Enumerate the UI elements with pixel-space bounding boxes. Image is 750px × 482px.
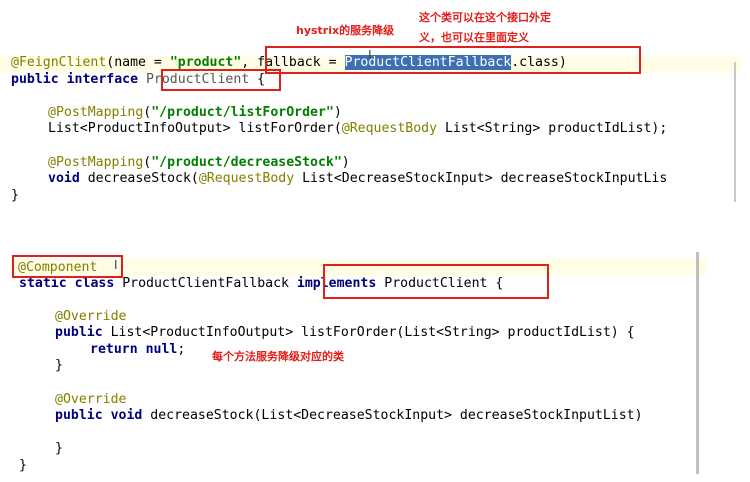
code-line-decrease-stock: void decreaseStock(@RequestBody List<Dec…: [48, 171, 668, 186]
code-line-override-2: @Override: [55, 392, 127, 407]
code-line-decrease-stock-impl: public void decreaseStock(List<DecreaseS…: [55, 408, 643, 423]
code-line-close-method-1: }: [55, 358, 63, 373]
highlight-box-component: [12, 255, 123, 278]
code-line-close-method-2: }: [55, 441, 63, 456]
highlight-box-fallback: [265, 46, 641, 74]
code-line-postmapping-decrease: @PostMapping("/product/decreaseStock"): [48, 155, 350, 170]
highlight-box-productclient: [161, 69, 281, 91]
code-line-list-for-order-impl: public List<ProductInfoOutput> listForOr…: [55, 325, 635, 340]
annotation-define-location-line1: 这个类可以在这个接口外定: [419, 11, 551, 24]
highlight-box-implements: [323, 264, 549, 299]
code-line-closing-brace: }: [11, 188, 19, 203]
annotation-define-location-line2: 义，也可以在里面定义: [419, 31, 529, 44]
text-cursor-icon: I: [368, 48, 372, 62]
editor-scrollbar-bottom[interactable]: [696, 252, 699, 474]
code-line-override-1: @Override: [55, 309, 127, 324]
annotation-per-method-fallback: 每个方法服务降级对应的类: [212, 350, 344, 363]
code-line-list-for-order: List<ProductInfoOutput> listForOrder(@Re…: [48, 121, 668, 136]
code-line-return-null: return null;: [90, 342, 186, 357]
annotation-hystrix-fallback: hystrix的服务降级: [296, 24, 395, 37]
code-line-close-class: }: [19, 458, 27, 473]
editor-scrollbar[interactable]: [734, 62, 736, 202]
code-line-postmapping-list: @PostMapping("/product/listForOrder"): [48, 105, 342, 120]
text-cursor-icon-bottom: I: [114, 258, 118, 272]
